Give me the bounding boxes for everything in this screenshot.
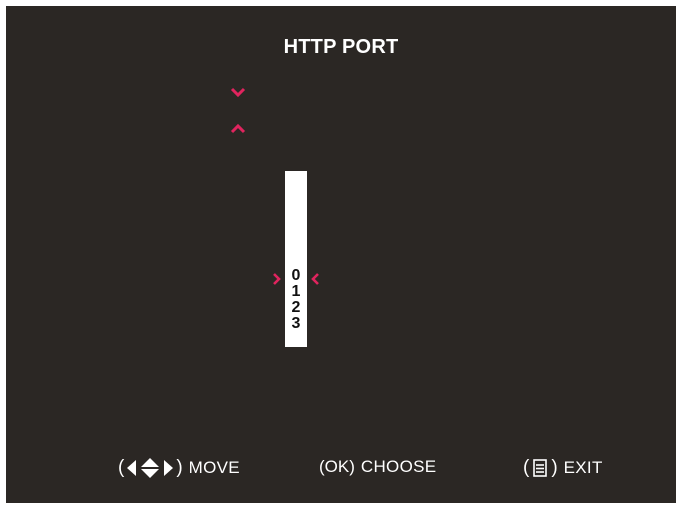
move-label: MOVE [188,458,240,477]
menu-icon [533,459,548,477]
digit-picker-list[interactable]: 0 1 2 3 [285,268,307,332]
ok-key-label: (OK) [319,457,355,476]
exit-label: EXIT [563,458,603,477]
chevron-left-icon [311,273,319,285]
paren-open: ( [523,457,530,478]
digit-item[interactable]: 2 [285,300,307,316]
paren-close: ) [176,457,183,478]
chevron-up-icon[interactable] [230,123,246,135]
exit-hint: ( ) EXIT [523,457,603,479]
digit-item[interactable]: 1 [285,284,307,300]
four-direction-arrows-icon [125,457,175,479]
osd-screen: HTTP PORT 0 1 2 3 ( ) MOVE (OK) CHOOSE (… [6,6,676,503]
key-hints-footer: ( ) MOVE (OK) CHOOSE () EXIT [6,457,676,483]
paren-open: ( [118,457,125,478]
choose-hint: (OK) CHOOSE [319,457,436,477]
chevron-right-icon [273,273,281,285]
chevron-down-icon[interactable] [230,86,246,98]
move-hint: ( ) MOVE [118,457,240,479]
page-title: HTTP PORT [283,36,399,58]
digit-item[interactable]: 0 [285,268,307,284]
choose-label: CHOOSE [360,457,437,476]
paren-close: ) [551,457,558,478]
digit-item[interactable]: 3 [285,316,307,332]
